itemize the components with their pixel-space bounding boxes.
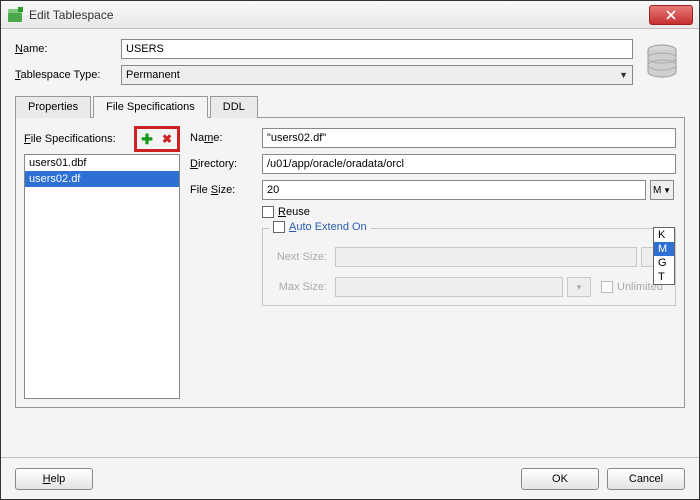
reuse-checkbox[interactable] [262, 206, 274, 218]
auto-extend-group: Auto Extend On Next Size: Max Size: ▾ Un… [262, 228, 676, 306]
add-file-button[interactable]: ✚ [138, 130, 156, 148]
file-size-unit-select[interactable]: M ▼ [650, 180, 674, 200]
next-size-label: Next Size: [271, 251, 331, 263]
tab-ddl[interactable]: DDL [210, 96, 258, 118]
file-list[interactable]: users01.dbf users02.df [24, 154, 180, 399]
max-size-label: Max Size: [271, 281, 331, 293]
name-label: Name: [15, 43, 115, 55]
type-label: Tablespace Type: [15, 69, 115, 81]
tab-strip: Properties File Specifications DDL [15, 95, 685, 118]
auto-extend-checkbox[interactable] [273, 221, 285, 233]
add-delete-toolbar: ✚ ✖ [134, 126, 180, 152]
close-icon [666, 10, 676, 20]
dialog-content: Name: Tablespace Type: Permanent ▼ Prope… [1, 29, 699, 457]
reuse-label: Reuse [278, 206, 310, 218]
max-size-unit-select: ▾ [567, 277, 591, 297]
database-icon [644, 43, 680, 81]
delete-icon: ✖ [162, 132, 172, 146]
dialog-footer: Help OK Cancel [1, 457, 699, 499]
delete-file-button[interactable]: ✖ [158, 130, 176, 148]
unit-option[interactable]: K [654, 228, 674, 242]
header-form: Name: Tablespace Type: Permanent ▼ [15, 39, 685, 85]
file-name-label: Name: [190, 132, 258, 144]
unit-option[interactable]: G [654, 256, 674, 270]
chevron-down-icon: ▼ [663, 186, 671, 195]
chevron-down-icon: ▼ [619, 70, 628, 80]
directory-label: Directory: [190, 158, 258, 170]
file-size-unit-value: M [653, 185, 661, 196]
file-spec-panel: File Specifications: ✚ ✖ users01.dbf use… [24, 126, 180, 399]
app-icon [7, 7, 23, 23]
auto-extend-label: Auto Extend On [289, 221, 367, 233]
tablespace-type-select[interactable]: Permanent ▼ [121, 65, 633, 85]
file-size-input[interactable] [262, 180, 646, 200]
tab-properties[interactable]: Properties [15, 96, 91, 118]
name-input[interactable] [121, 39, 633, 59]
directory-input[interactable] [262, 154, 676, 174]
file-spec-label: File Specifications: [24, 133, 116, 145]
tab-body: File Specifications: ✚ ✖ users01.dbf use… [15, 118, 685, 408]
unit-option[interactable]: T [654, 270, 674, 284]
title-bar: Edit Tablespace [1, 1, 699, 29]
help-button[interactable]: Help [15, 468, 93, 490]
next-size-input [335, 247, 637, 267]
unit-dropdown-list[interactable]: K M G T [653, 227, 675, 285]
file-name-input[interactable] [262, 128, 676, 148]
tab-file-specifications[interactable]: File Specifications [93, 96, 208, 118]
list-item[interactable]: users02.df [25, 171, 179, 187]
plus-icon: ✚ [141, 131, 153, 148]
cancel-button[interactable]: Cancel [607, 468, 685, 490]
unit-option[interactable]: M [654, 242, 674, 256]
ok-button[interactable]: OK [521, 468, 599, 490]
file-detail-form: Name: Directory: File Size: M ▼ Reuse [190, 126, 676, 399]
close-button[interactable] [649, 5, 693, 25]
unlimited-checkbox [601, 281, 613, 293]
window-title: Edit Tablespace [29, 8, 649, 22]
list-item[interactable]: users01.dbf [25, 155, 179, 171]
file-size-label: File Size: [190, 184, 258, 196]
max-size-input [335, 277, 563, 297]
tablespace-type-value: Permanent [126, 69, 180, 81]
